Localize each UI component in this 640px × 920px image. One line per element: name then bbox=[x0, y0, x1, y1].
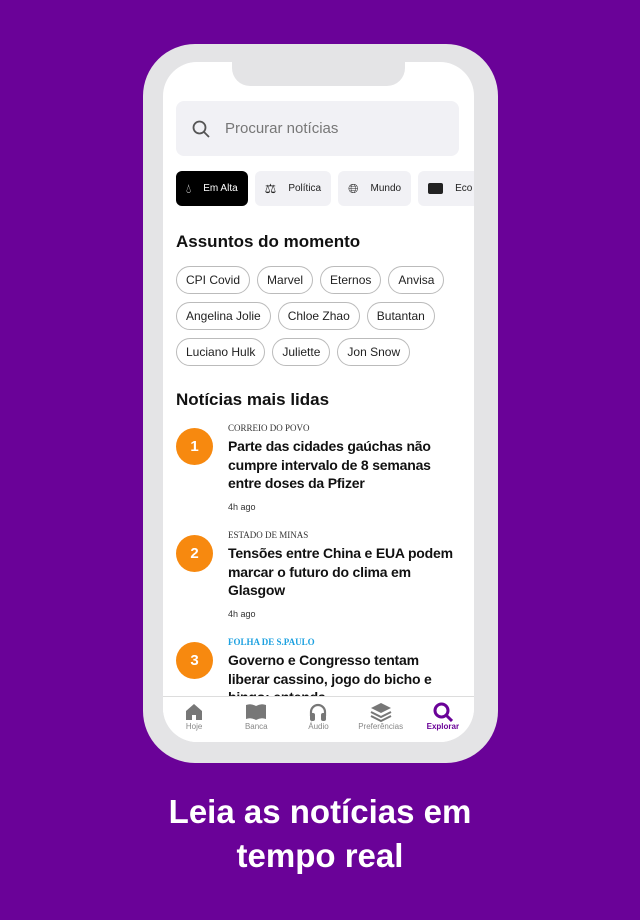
globe-icon: 🌐︎ bbox=[348, 180, 359, 196]
headphones-icon bbox=[310, 703, 327, 721]
category-tabs: 💧︎ Em Alta ⚖ Política 🌐︎ Mundo Eco bbox=[176, 171, 474, 206]
search-input[interactable]: Procurar notícias bbox=[176, 101, 459, 156]
news-title: Tensões entre China e EUA podem marcar o… bbox=[228, 545, 453, 598]
app-screen: Procurar notícias 💧︎ Em Alta ⚖ Política 🌐︎… bbox=[163, 62, 474, 742]
flame-icon: 💧︎ bbox=[186, 180, 192, 196]
tag[interactable]: Chloe Zhao bbox=[277, 302, 360, 330]
tab-preferencias[interactable]: Preferências bbox=[351, 702, 411, 742]
tag[interactable]: Jon Snow bbox=[337, 338, 411, 366]
rank-badge: 2 bbox=[176, 535, 213, 572]
promo-caption: Leia as notícias em tempo real bbox=[0, 790, 640, 878]
category-politica[interactable]: ⚖ Política bbox=[254, 171, 332, 206]
tag[interactable]: Anvisa bbox=[388, 266, 445, 294]
scale-icon: ⚖ bbox=[264, 180, 277, 196]
caption-line-2: tempo real bbox=[236, 837, 404, 874]
category-economia[interactable]: Eco bbox=[418, 171, 474, 206]
trending-tags: CPI Covid Marvel Eternos Anvisa Angelina… bbox=[176, 266, 466, 366]
news-item[interactable]: 2 ESTADO DE MINAS Tensões entre China e E… bbox=[176, 530, 461, 619]
search-placeholder: Procurar notícias bbox=[225, 120, 339, 137]
category-mundo[interactable]: 🌐︎ Mundo bbox=[338, 171, 412, 206]
news-source: FOLHA DE S.PAULO bbox=[228, 637, 315, 647]
tab-explorar[interactable]: Explorar bbox=[413, 702, 473, 742]
news-source: CORREIO DO POVO bbox=[228, 423, 310, 433]
tab-hoje[interactable]: Hoje bbox=[164, 702, 224, 742]
tag[interactable]: CPI Covid bbox=[176, 266, 251, 294]
tag[interactable]: Luciano Hulk bbox=[176, 338, 266, 366]
notch bbox=[232, 62, 405, 86]
category-em-alta[interactable]: 💧︎ Em Alta bbox=[176, 171, 248, 206]
book-icon bbox=[246, 704, 267, 720]
search-icon bbox=[192, 120, 210, 138]
tab-banca[interactable]: Banca bbox=[226, 702, 286, 742]
money-icon bbox=[428, 183, 444, 194]
tag[interactable]: Juliette bbox=[272, 338, 331, 366]
layers-icon bbox=[370, 703, 392, 722]
rank-badge: 1 bbox=[176, 428, 213, 465]
caption-line-1: Leia as notícias em bbox=[168, 793, 472, 830]
news-source: ESTADO DE MINAS bbox=[228, 530, 309, 540]
tag[interactable]: Butantan bbox=[366, 302, 435, 330]
tag[interactable]: Angelina Jolie bbox=[176, 302, 271, 330]
news-item[interactable]: 1 CORREIO DO POVO Parte das cidades gaúch… bbox=[176, 423, 461, 512]
news-time: 4h ago bbox=[228, 501, 256, 512]
home-icon bbox=[186, 704, 203, 720]
tag[interactable]: Eternos bbox=[320, 266, 382, 294]
tab-bar: Hoje Banca Áudio Preferências Explorar bbox=[163, 696, 474, 742]
rank-badge: 3 bbox=[176, 642, 213, 679]
news-time: 4h ago bbox=[228, 608, 256, 619]
tag[interactable]: Marvel bbox=[257, 266, 314, 294]
tab-audio[interactable]: Áudio bbox=[288, 702, 348, 742]
news-title: Parte das cidades gaúchas não cumpre int… bbox=[228, 438, 431, 491]
most-read-title: Notícias mais lidas bbox=[176, 390, 330, 409]
trending-title: Assuntos do momento bbox=[176, 232, 361, 251]
search-icon bbox=[433, 702, 453, 722]
